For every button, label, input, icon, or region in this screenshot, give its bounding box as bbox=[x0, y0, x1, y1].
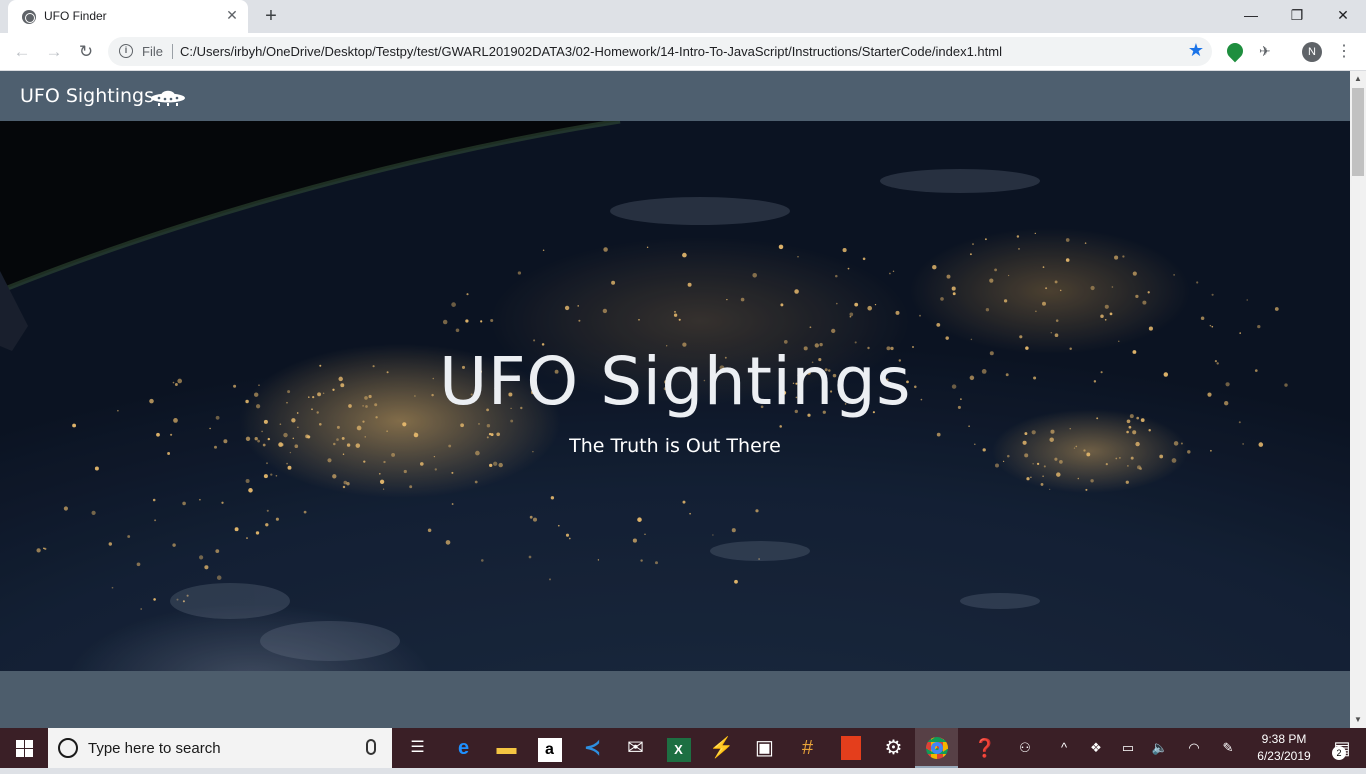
people-icon[interactable]: ⚇ bbox=[1012, 728, 1038, 768]
excel-icon[interactable]: X bbox=[657, 728, 700, 768]
hero-banner: UFO Sightings The Truth is Out There bbox=[0, 121, 1350, 671]
file-explorer-icon[interactable]: ▬ bbox=[485, 728, 528, 768]
tab-strip: UFO Finder ✕ + — ❐ ✕ bbox=[0, 0, 1366, 33]
hero-title: UFO Sightings bbox=[439, 343, 911, 420]
wifi-icon[interactable]: ◠ bbox=[1182, 728, 1206, 768]
scroll-thumb[interactable] bbox=[1352, 88, 1364, 176]
office-icon[interactable] bbox=[829, 728, 872, 768]
close-window-button[interactable]: ✕ bbox=[1320, 0, 1366, 30]
minimize-button[interactable]: — bbox=[1228, 0, 1274, 30]
file-scheme-label: File bbox=[142, 44, 163, 59]
satellite-extension-icon[interactable]: ✈ bbox=[1259, 43, 1275, 59]
extension-icon[interactable] bbox=[1223, 39, 1247, 63]
microphone-icon[interactable] bbox=[366, 739, 376, 755]
taskbar-search[interactable]: Type here to search bbox=[48, 728, 392, 768]
site-navbar: UFO Sightings bbox=[0, 71, 1350, 121]
globe-icon bbox=[22, 10, 36, 24]
restore-button[interactable]: ❐ bbox=[1274, 0, 1320, 30]
system-clock[interactable]: 9:38 PM 6/23/2019 bbox=[1248, 731, 1320, 765]
notification-badge: 2 bbox=[1332, 746, 1346, 760]
info-icon[interactable]: i bbox=[119, 44, 133, 58]
windows-logo-icon bbox=[16, 740, 24, 748]
bookmark-star-icon[interactable]: ★ bbox=[1188, 40, 1204, 61]
edge-icon[interactable]: e bbox=[442, 728, 485, 768]
pen-icon[interactable]: ✎ bbox=[1216, 728, 1240, 768]
tab-close-icon[interactable]: ✕ bbox=[224, 7, 240, 23]
profile-avatar[interactable]: N bbox=[1302, 42, 1322, 62]
url-text[interactable]: C:/Users/irbyh/OneDrive/Desktop/Testpy/t… bbox=[180, 44, 1002, 59]
slack-icon[interactable]: # bbox=[786, 728, 829, 768]
new-tab-button[interactable]: + bbox=[260, 5, 282, 27]
page-scrollbar[interactable]: ▲ ▼ bbox=[1350, 71, 1366, 728]
address-bar[interactable]: i File C:/Users/irbyh/OneDrive/Desktop/T… bbox=[108, 37, 1212, 66]
azure-icon[interactable]: ⚡ bbox=[700, 728, 743, 768]
chrome-icon[interactable] bbox=[915, 728, 958, 768]
page-viewport: UFO Sightings UFO Sightings The Truth is… bbox=[0, 71, 1350, 728]
store-icon[interactable]: ▣ bbox=[743, 728, 786, 768]
start-button[interactable] bbox=[0, 728, 48, 768]
navbar-brand[interactable]: UFO Sightings bbox=[20, 85, 154, 107]
scroll-up-arrow-icon[interactable]: ▲ bbox=[1350, 71, 1366, 87]
search-placeholder: Type here to search bbox=[88, 740, 221, 757]
ufo-icon bbox=[151, 90, 185, 106]
battery-icon[interactable]: ▭ bbox=[1116, 728, 1140, 768]
windows-taskbar: Type here to search ☰ e ▬ a ≺ ✉ X ⚡ ▣ # … bbox=[0, 728, 1366, 768]
chrome-menu-icon[interactable]: ⋮ bbox=[1336, 42, 1352, 62]
show-hidden-icons-chevron-up-icon[interactable]: ^ bbox=[1052, 728, 1076, 768]
amazon-icon[interactable]: a bbox=[528, 728, 571, 768]
browser-tab[interactable]: UFO Finder ✕ bbox=[8, 0, 248, 33]
settings-icon[interactable]: ⚙ bbox=[872, 728, 915, 768]
forward-button[interactable]: → bbox=[42, 40, 66, 64]
clock-time: 9:38 PM bbox=[1261, 732, 1307, 746]
reload-button[interactable]: ↻ bbox=[74, 40, 98, 64]
tab-title: UFO Finder bbox=[44, 9, 107, 23]
hero-subtitle: The Truth is Out There bbox=[569, 435, 781, 457]
browser-toolbar: ← → ↻ i File C:/Users/irbyh/OneDrive/Des… bbox=[0, 33, 1366, 71]
mail-icon[interactable]: ✉ bbox=[614, 728, 657, 768]
url-divider bbox=[172, 44, 173, 59]
back-button[interactable]: ← bbox=[10, 40, 34, 64]
scroll-down-arrow-icon[interactable]: ▼ bbox=[1350, 712, 1366, 728]
volume-icon[interactable]: 🔈 bbox=[1148, 728, 1172, 768]
vscode-icon[interactable]: ≺ bbox=[571, 728, 614, 768]
cortana-icon bbox=[58, 738, 78, 758]
dropbox-icon[interactable]: ❖ bbox=[1084, 728, 1108, 768]
task-view-icon[interactable]: ☰ bbox=[396, 728, 439, 768]
help-icon[interactable]: ❓ bbox=[970, 728, 1000, 768]
clock-date: 6/23/2019 bbox=[1257, 749, 1311, 763]
